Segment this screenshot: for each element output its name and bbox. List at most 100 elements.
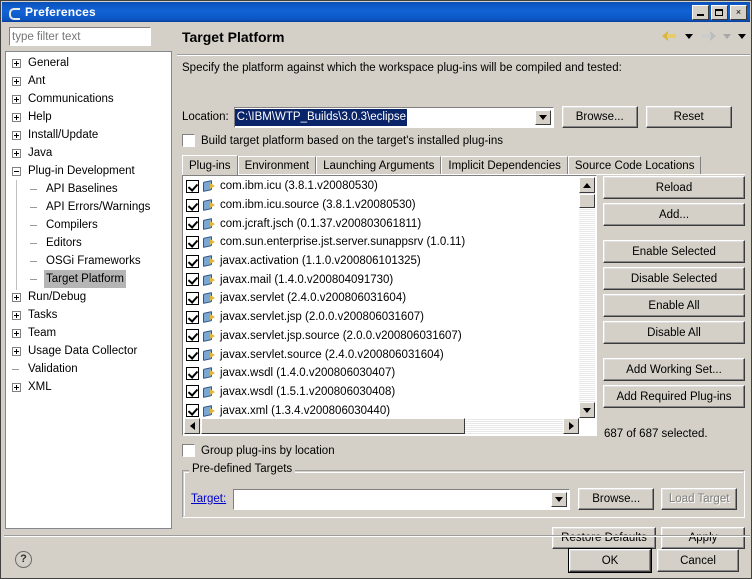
enable-selected-button[interactable]: Enable Selected [603,240,745,263]
plugin-row[interactable]: com.ibm.icu (3.8.1.v20080530) [183,177,596,196]
filter-input[interactable] [9,27,151,46]
expand-icon[interactable] [12,382,21,392]
apply-button[interactable]: Apply [661,527,745,549]
plugin-checkbox[interactable] [186,404,199,418]
scroll-right-button[interactable] [563,418,579,434]
expand-icon[interactable] [12,58,21,68]
scroll-up-button[interactable] [579,177,595,193]
location-dropdown-button[interactable] [534,109,551,125]
disable-selected-button[interactable]: Disable Selected [603,267,745,290]
expand-icon[interactable] [12,130,21,140]
plugin-row[interactable]: javax.activation (1.1.0.v200806101325) [183,252,596,271]
plugin-row[interactable]: com.jcraft.jsch (0.1.37.v200803061811) [183,214,596,233]
sidebar-item-editors[interactable]: Editors [6,234,171,252]
cancel-button[interactable]: Cancel [657,549,739,572]
close-button[interactable]: × [730,4,747,20]
sidebar-item-target-platform[interactable]: Target Platform [6,270,171,288]
build-target-platform-checkbox[interactable] [182,134,195,147]
reset-button[interactable]: Reset [645,106,732,128]
plugin-checkbox[interactable] [186,348,199,362]
plugin-checkbox[interactable] [186,385,199,399]
sidebar-item-api-errors-warnings[interactable]: API Errors/Warnings [6,198,171,216]
scroll-left-button[interactable] [184,418,200,434]
maximize-button[interactable] [711,4,728,20]
tab-plug-ins[interactable]: Plug-ins [182,155,238,175]
back-arrow-icon[interactable] [662,29,678,43]
plugin-checkbox[interactable] [186,217,199,231]
plugin-row[interactable]: com.sun.enterprise.jst.server.sunappsrv … [183,233,596,252]
back-history-chevron-down-icon[interactable] [685,33,693,39]
plugin-checkbox[interactable] [186,366,199,380]
sidebar-item-xml[interactable]: XML [6,378,171,396]
preferences-tree[interactable]: General Ant Communications Help Install/Upda… [5,51,172,529]
plugin-row[interactable]: javax.servlet.source (2.4.0.v20080603160… [183,345,596,364]
sidebar-item-java[interactable]: Java [6,144,171,162]
expand-icon[interactable] [12,346,21,356]
sidebar-item-validation[interactable]: Validation [6,360,171,378]
plugin-checkbox[interactable] [186,273,199,287]
plugin-row[interactable]: javax.mail (1.4.0.v200804091730) [183,270,596,289]
sidebar-item-osgi-frameworks[interactable]: OSGi Frameworks [6,252,171,270]
page-menu-chevron-down-icon[interactable] [738,33,746,39]
plugin-row[interactable]: javax.wsdl (1.5.1.v200806030408) [183,383,596,402]
plugin-row[interactable]: javax.servlet.jsp (2.0.0.v200806031607) [183,308,596,327]
expand-icon[interactable] [12,94,21,104]
expand-icon[interactable] [12,112,21,122]
plugin-checkbox[interactable] [186,254,199,268]
plugin-row[interactable]: javax.servlet.jsp.source (2.0.0.v2008060… [183,327,596,346]
tab-implicit-dependencies[interactable]: Implicit Dependencies [441,156,568,175]
enable-all-button[interactable]: Enable All [603,294,745,317]
sidebar-item-general[interactable]: General [6,54,171,72]
expand-icon[interactable] [12,328,21,338]
expand-icon[interactable] [12,310,21,320]
target-dropdown-button[interactable] [551,491,568,507]
plugin-row[interactable]: javax.wsdl (1.4.0.v200806030407) [183,364,596,383]
vertical-scroll-thumb[interactable] [579,194,595,208]
plugin-checkbox[interactable] [186,329,199,343]
collapse-icon[interactable] [12,166,21,176]
plugin-row[interactable]: com.ibm.icu.source (3.8.1.v20080530) [183,196,596,215]
plugins-horizontal-scrollbar[interactable] [184,418,579,434]
sidebar-item-run-debug[interactable]: Run/Debug [6,288,171,306]
plugin-checkbox[interactable] [186,198,199,212]
add-button[interactable]: Add... [603,203,745,226]
plugin-row[interactable]: javax.servlet (2.4.0.v200806031604) [183,289,596,308]
ok-button[interactable]: OK [568,548,652,573]
target-combo[interactable] [233,488,571,510]
target-browse-button[interactable]: Browse... [578,488,655,510]
build-target-platform-checkbox-row[interactable]: Build target platform based on the targe… [182,134,503,147]
plugins-vertical-scrollbar[interactable] [579,177,595,418]
sidebar-item-communications[interactable]: Communications [6,90,171,108]
add-working-set-button[interactable]: Add Working Set... [603,358,745,381]
location-browse-button[interactable]: Browse... [561,106,638,128]
expand-icon[interactable] [12,76,21,86]
plugin-checkbox[interactable] [186,235,199,249]
expand-icon[interactable] [12,292,21,302]
plugin-checkbox[interactable] [186,179,199,193]
location-combo[interactable]: C:\IBM\WTP_Builds\3.0.3\eclipse [233,106,554,128]
sidebar-item-usage-data-collector[interactable]: Usage Data Collector [6,342,171,360]
help-icon[interactable]: ? [15,551,32,568]
sidebar-item-plug-in-development[interactable]: Plug-in Development [6,162,171,180]
expand-icon[interactable] [12,148,21,158]
plugin-checkbox[interactable] [186,291,199,305]
group-plugins-checkbox-row[interactable]: Group plug-ins by location [182,444,335,457]
disable-all-button[interactable]: Disable All [603,321,745,344]
minimize-button[interactable] [692,4,709,20]
sidebar-item-help[interactable]: Help [6,108,171,126]
group-plugins-checkbox[interactable] [182,444,195,457]
tab-launching-arguments[interactable]: Launching Arguments [316,156,442,175]
horizontal-scroll-thumb[interactable] [201,418,465,434]
tab-source-code-locations[interactable]: Source Code Locations [567,156,702,175]
sidebar-item-team[interactable]: Team [6,324,171,342]
target-link[interactable]: Target: [191,493,226,505]
sidebar-item-api-baselines[interactable]: API Baselines [6,180,171,198]
tab-environment[interactable]: Environment [237,156,317,175]
plugin-checkbox[interactable] [186,310,199,324]
reload-button[interactable]: Reload [603,176,745,199]
sidebar-item-compilers[interactable]: Compilers [6,216,171,234]
plugins-list[interactable]: com.ibm.icu (3.8.1.v20080530) com.ibm.icu… [182,175,597,436]
sidebar-item-install-update[interactable]: Install/Update [6,126,171,144]
scroll-down-button[interactable] [579,402,595,418]
add-required-plug-ins-button[interactable]: Add Required Plug-ins [603,385,745,408]
